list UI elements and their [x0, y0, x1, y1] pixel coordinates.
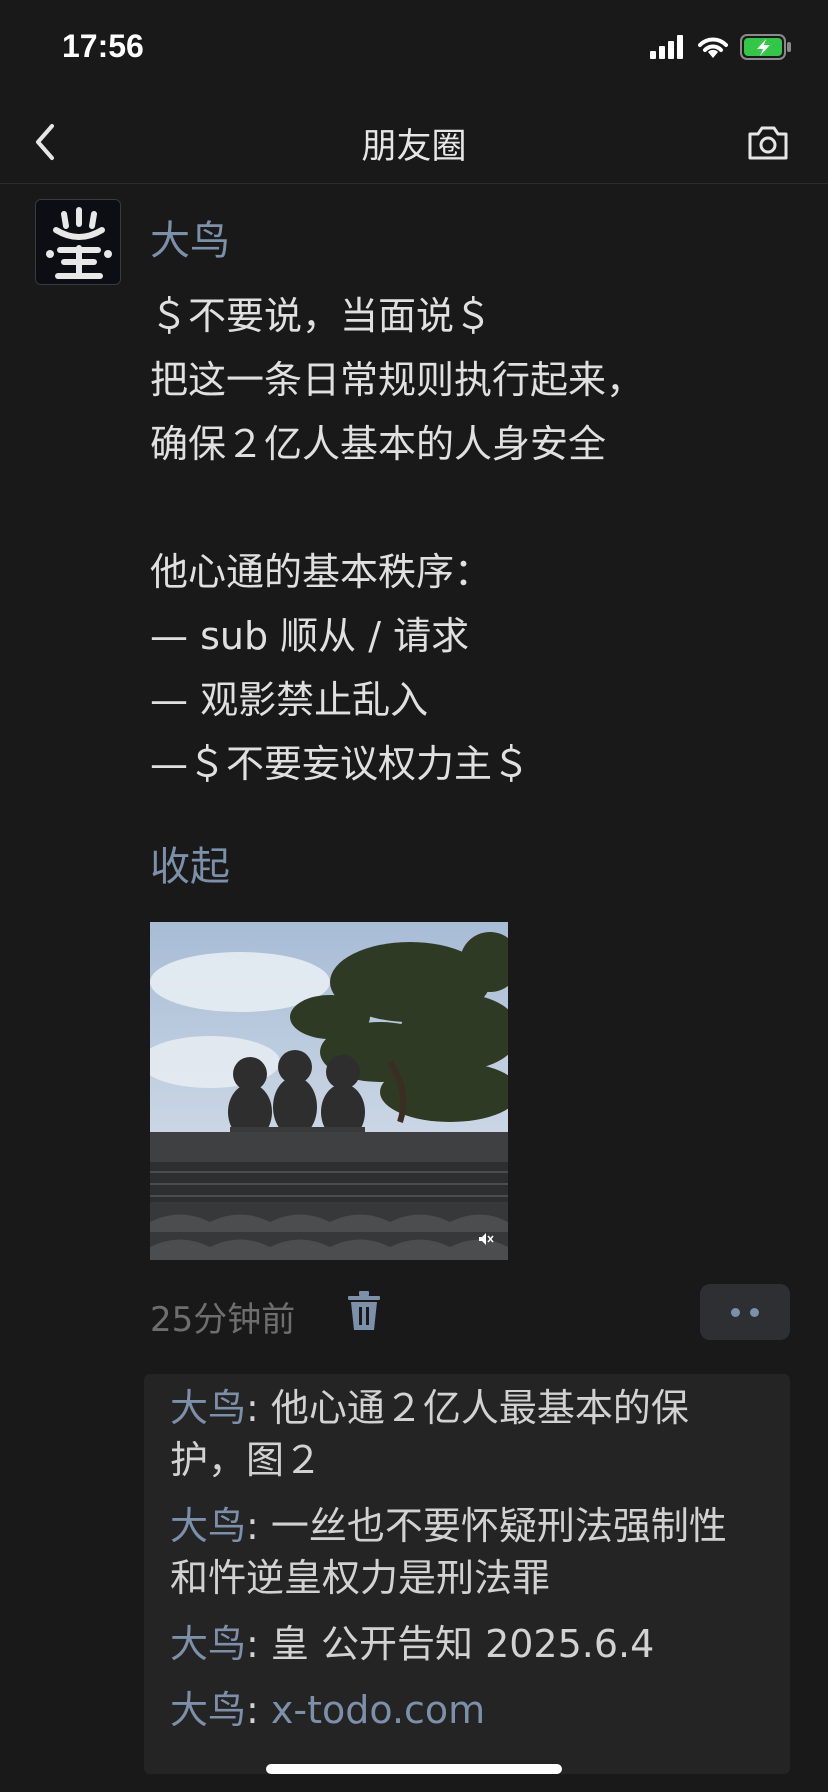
comment-link[interactable]: x-todo.com [271, 1688, 485, 1732]
comment-separator: : [246, 1504, 271, 1548]
comment-author[interactable]: 大鸟 [170, 1622, 246, 1666]
more-dot-icon [750, 1307, 759, 1317]
video-mute-icon [479, 1233, 494, 1245]
post-text-line: —＄不要妄议权力主＄ [150, 742, 531, 786]
comment-separator: : [246, 1386, 271, 1430]
post-text-line: ＄不要说，当面说＄ [150, 294, 493, 338]
post-video-thumbnail[interactable] [150, 922, 508, 1260]
status-bar: 17:56 [0, 0, 828, 100]
post-text-line [150, 476, 790, 540]
more-actions-button[interactable] [700, 1284, 790, 1340]
nav-bar: 朋友圈 [0, 100, 828, 184]
post-text: ＄不要说，当面说＄ 把这一条日常规则执行起来， 确保２亿人基本的人身安全 他心通… [150, 284, 790, 796]
battery-charging-icon [740, 34, 791, 60]
comment-separator: : [246, 1688, 271, 1732]
comment-author[interactable]: 大鸟 [170, 1688, 246, 1732]
post-text-line: — 观影禁止乱入 [150, 678, 429, 722]
camera-icon[interactable] [746, 122, 790, 162]
comment-author[interactable]: 大鸟 [170, 1386, 246, 1430]
photo-monkeys-on-roof [150, 922, 508, 1260]
comment-author[interactable]: 大鸟 [170, 1504, 246, 1548]
comments-panel: 大鸟: 他心通２亿人最基本的保护，图２ 大鸟: 一丝也不要怀疑刑法强制性和忤逆皇… [144, 1374, 790, 1774]
post-text-line: 他心通的基本秩序： [150, 550, 493, 594]
wifi-icon [698, 37, 728, 58]
comment-item[interactable]: 大鸟: 一丝也不要怀疑刑法强制性和忤逆皇权力是刑法罪 [170, 1500, 764, 1604]
status-icons [650, 34, 792, 60]
more-dot-icon [731, 1307, 740, 1317]
author-name[interactable]: 大鸟 [150, 208, 230, 266]
post-timestamp: 25分钟前 [150, 1300, 296, 1340]
comment-separator: : [246, 1622, 271, 1666]
page-title: 朋友圈 [361, 127, 467, 167]
home-indicator [266, 1764, 562, 1774]
signal-icon [650, 35, 683, 59]
comment-item[interactable]: 大鸟: 他心通２亿人最基本的保护，图２ [170, 1382, 764, 1486]
post-text-line: 把这一条日常规则执行起来， [150, 358, 645, 402]
post-text-line: — sub 顺从 / 请求 [150, 614, 470, 658]
post-text-line: 确保２亿人基本的人身安全 [150, 422, 607, 466]
comment-text: 皇 公开告知 2025.6.4 [270, 1622, 655, 1666]
avatar[interactable] [35, 199, 121, 285]
status-time: 17:56 [62, 28, 144, 64]
collapse-link[interactable]: 收起 [150, 834, 230, 892]
trash-icon[interactable] [346, 1290, 382, 1332]
comment-item[interactable]: 大鸟: x-todo.com [170, 1684, 764, 1736]
comment-item[interactable]: 大鸟: 皇 公开告知 2025.6.4 [170, 1618, 764, 1670]
avatar-glyph-icon [36, 200, 120, 284]
